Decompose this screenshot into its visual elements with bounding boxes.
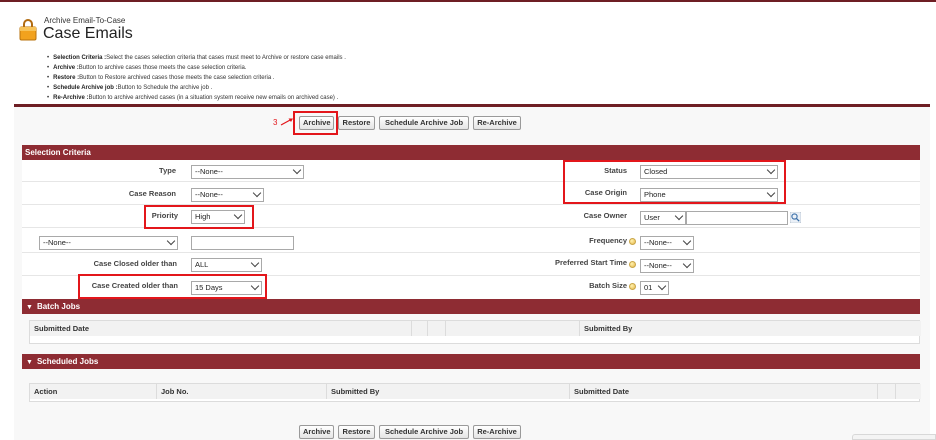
case-closed-older-label: Case Closed older than bbox=[93, 259, 177, 268]
highlight-status-origin bbox=[563, 160, 786, 204]
scheduled-jobs-header[interactable]: ▼ Scheduled Jobs bbox=[22, 354, 920, 369]
column-header-spacer bbox=[428, 321, 446, 336]
chevron-down-icon bbox=[674, 212, 684, 221]
custom-field-input[interactable] bbox=[191, 236, 294, 250]
description-item: Selection Criteria :Select the cases sel… bbox=[47, 53, 747, 63]
column-header: Submitted By bbox=[580, 321, 921, 336]
highlight-case-created-older bbox=[78, 274, 267, 299]
custom-field-select[interactable]: --None-- bbox=[39, 236, 178, 250]
description-item: Re-Archive :Button to archive archived c… bbox=[47, 93, 747, 103]
schedule-archive-job-button[interactable]: Schedule Archive Job bbox=[379, 425, 469, 439]
column-header: Action bbox=[30, 384, 157, 399]
page-title: Case Emails bbox=[43, 25, 133, 42]
chevron-down-icon bbox=[657, 282, 667, 291]
lookup-search-icon[interactable] bbox=[790, 212, 801, 223]
chevron-down-icon bbox=[166, 237, 176, 246]
restore-button[interactable]: Restore bbox=[338, 116, 375, 130]
bottom-button-bar: Archive Restore Schedule Archive Job Re-… bbox=[0, 425, 936, 439]
chevron-down-icon bbox=[682, 237, 692, 246]
case-owner-type-select[interactable]: User bbox=[640, 211, 686, 225]
re-archive-button[interactable]: Re-Archive bbox=[473, 425, 521, 439]
description-item: Archive :Button to archive cases those m… bbox=[47, 63, 747, 73]
chevron-down-icon bbox=[250, 259, 260, 268]
batch-size-label: Batch Size bbox=[589, 281, 627, 290]
case-owner-label: Case Owner bbox=[583, 211, 627, 220]
footer-tab bbox=[852, 434, 936, 440]
column-header: Submitted Date bbox=[30, 321, 412, 336]
help-icon[interactable] bbox=[629, 261, 636, 268]
re-archive-button[interactable]: Re-Archive bbox=[473, 116, 521, 130]
case-closed-older-select[interactable]: ALL bbox=[191, 258, 262, 272]
row-divider bbox=[22, 252, 920, 253]
preferred-start-time-select[interactable]: --None-- bbox=[640, 259, 694, 273]
frequency-label: Frequency bbox=[589, 236, 627, 245]
restore-button[interactable]: Restore bbox=[338, 425, 375, 439]
scheduled-jobs-table: Action Job No. Submitted By Submitted Da… bbox=[29, 383, 921, 402]
case-owner-input[interactable] bbox=[686, 211, 788, 225]
help-icon[interactable] bbox=[629, 238, 636, 245]
type-label: Type bbox=[159, 166, 176, 175]
batch-jobs-table: Submitted Date Submitted By bbox=[29, 320, 921, 344]
preferred-start-time-label: Preferred Start Time bbox=[555, 258, 627, 267]
breadcrumb: Archive Email-To-Case bbox=[44, 16, 126, 25]
description-list: Selection Criteria :Select the cases sel… bbox=[47, 53, 747, 103]
frequency-select[interactable]: --None-- bbox=[640, 236, 694, 250]
archive-box-icon bbox=[19, 19, 37, 41]
batch-size-select[interactable]: 01 bbox=[640, 281, 669, 295]
annotation-marker: 3 bbox=[273, 118, 278, 127]
description-item: Schedule Archive job :Button to Schedule… bbox=[47, 83, 747, 93]
annotation-arrow-icon bbox=[280, 118, 293, 126]
chevron-down-icon bbox=[292, 166, 302, 175]
chevron-down-icon bbox=[682, 260, 692, 269]
chevron-down-icon bbox=[252, 189, 262, 198]
case-reason-label: Case Reason bbox=[128, 189, 176, 198]
column-header: Submitted By bbox=[327, 384, 570, 399]
collapse-triangle-icon: ▼ bbox=[26, 304, 33, 311]
schedule-archive-job-button[interactable]: Schedule Archive Job bbox=[379, 116, 469, 130]
batch-jobs-header[interactable]: ▼ Batch Jobs bbox=[22, 299, 920, 314]
top-button-bar: Archive Restore Schedule Archive Job Re-… bbox=[0, 116, 936, 130]
type-select[interactable]: --None-- bbox=[191, 165, 304, 179]
column-header: Submitted Date bbox=[570, 384, 878, 399]
column-header: Job No. bbox=[157, 384, 327, 399]
case-reason-select[interactable]: --None-- bbox=[191, 188, 264, 202]
column-header-spacer bbox=[896, 384, 921, 399]
description-item: Restore :Button to Restore archived case… bbox=[47, 73, 747, 83]
help-icon[interactable] bbox=[629, 283, 636, 290]
collapse-triangle-icon: ▼ bbox=[26, 359, 33, 366]
highlight-archive-button bbox=[293, 111, 338, 135]
archive-button[interactable]: Archive bbox=[299, 425, 334, 439]
top-accent-line bbox=[0, 0, 936, 2]
column-header-spacer bbox=[446, 321, 580, 336]
column-header-spacer bbox=[878, 384, 896, 399]
selection-criteria-header: Selection Criteria bbox=[22, 145, 920, 160]
column-header-spacer bbox=[412, 321, 428, 336]
highlight-priority bbox=[144, 205, 254, 229]
